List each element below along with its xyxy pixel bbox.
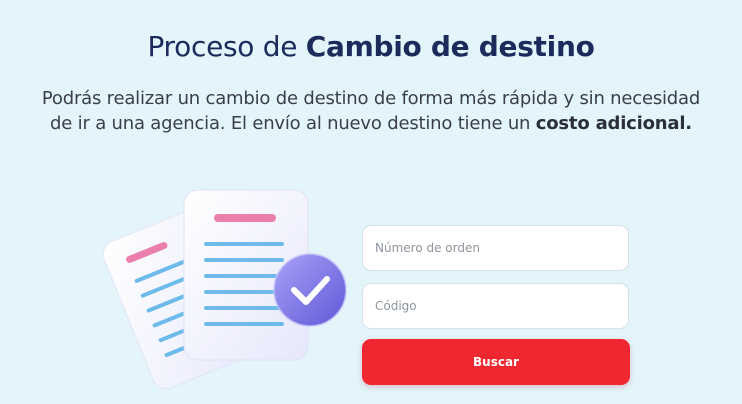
documents-check-icon — [100, 180, 360, 400]
description-line-2-text: de ir a una agencia. El envío al nuevo d… — [50, 113, 536, 134]
description-highlight: costo adicional. — [535, 113, 692, 134]
order-number-input[interactable] — [362, 225, 629, 271]
page-description: Podrás realizar un cambio de destino de … — [0, 86, 742, 136]
code-input[interactable] — [362, 283, 629, 329]
check-badge — [273, 253, 347, 327]
title-bold: Cambio de destino — [305, 30, 595, 63]
page-title: Proceso de Cambio de destino — [0, 30, 742, 63]
title-prefix: Proceso de — [147, 30, 306, 63]
description-line-1: Podrás realizar un cambio de destino de … — [41, 88, 701, 109]
description-line-2: de ir a una agencia. El envío al nuevo d… — [0, 111, 742, 136]
search-button[interactable]: Buscar — [362, 339, 630, 385]
